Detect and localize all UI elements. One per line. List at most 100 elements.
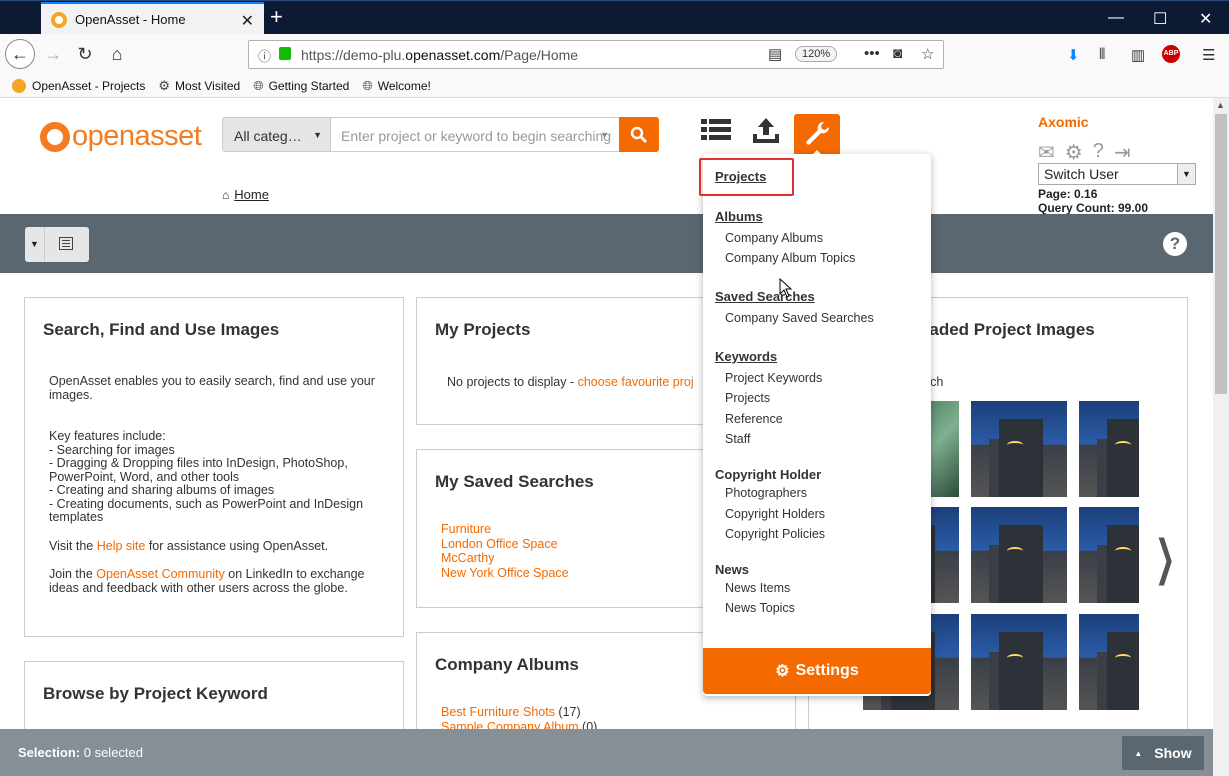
menu-keyword-projects[interactable]: Projects [725, 391, 770, 405]
page-scrollbar[interactable]: ▲ [1213, 98, 1229, 776]
openasset-logo[interactable]: openasset [40, 120, 202, 153]
toolbar-strip [0, 214, 1213, 273]
url-text: https://demo-plu.openasset.com/Page/Home [301, 47, 579, 63]
chevron-down-icon[interactable]: ▼ [25, 227, 45, 262]
menu-saved-searches[interactable]: Saved Searches [715, 289, 815, 304]
page-actions-icon[interactable]: ••• [864, 45, 880, 62]
tools-dropdown-menu: Projects Albums Company Albums Company A… [699, 154, 931, 696]
site-info-icon[interactable]: ⓘ [258, 46, 271, 65]
help-icon[interactable]: ? [1163, 232, 1187, 256]
features-heading: Key features include: [49, 429, 166, 443]
logo-ring-icon [40, 121, 70, 152]
bookmark-star-icon[interactable]: ☆ [921, 45, 934, 63]
settings-button[interactable]: ⚙ Settings [703, 648, 931, 694]
list-view-icon[interactable] [701, 118, 731, 145]
scrollbar-thumb[interactable] [1215, 114, 1227, 394]
gear-icon[interactable]: ⚙ [1065, 140, 1083, 165]
search-input[interactable]: Enter project or keyword to begin search… [330, 117, 620, 152]
menu-albums[interactable]: Albums [715, 209, 763, 224]
image-thumbnail[interactable] [1079, 401, 1139, 497]
menu-news-items[interactable]: News Items [725, 581, 790, 595]
saved-search-link[interactable]: New York Office Space [441, 566, 569, 580]
menu-company-saved-searches[interactable]: Company Saved Searches [725, 311, 874, 325]
tools-button[interactable] [794, 114, 840, 158]
openasset-favicon-icon [51, 11, 67, 28]
sidebar-icon[interactable]: ▥ [1131, 46, 1145, 64]
upload-icon[interactable] [751, 116, 781, 149]
adblock-icon[interactable]: ABP [1162, 45, 1180, 63]
forward-icon[interactable]: → [39, 40, 67, 68]
maximize-icon[interactable]: ☐ [1153, 9, 1167, 29]
feature-item: - Searching for images [49, 442, 175, 457]
menu-copyright-policies[interactable]: Copyright Policies [725, 527, 825, 541]
menu-reference[interactable]: Reference [725, 412, 783, 426]
show-selection-button[interactable]: ▲ Show [1122, 736, 1204, 770]
menu-keywords[interactable]: Keywords [715, 349, 777, 364]
image-thumbnail[interactable] [971, 507, 1067, 603]
saved-search-link[interactable]: Furniture [441, 522, 491, 536]
next-chevron-icon[interactable]: ❯ [1155, 530, 1175, 586]
menu-news-topics[interactable]: News Topics [725, 601, 795, 615]
switch-user-select[interactable]: Switch User ▼ [1038, 163, 1196, 185]
category-select[interactable]: All categ… ▼ [222, 117, 331, 152]
window-close-icon[interactable]: ✕ [1199, 9, 1212, 29]
album-link[interactable]: Best Furniture Shots [441, 705, 555, 719]
mail-icon[interactable]: ✉ [1038, 140, 1055, 165]
user-name[interactable]: Axomic [1038, 114, 1131, 130]
help-site-link[interactable]: Help site [97, 539, 146, 553]
menu-project-keywords[interactable]: Project Keywords [725, 371, 822, 385]
logout-icon[interactable]: ⇥ [1114, 140, 1131, 165]
reader-view-icon[interactable]: ▤ [768, 45, 782, 63]
image-thumbnail[interactable] [971, 614, 1067, 710]
reload-icon[interactable]: ↻ [71, 40, 99, 68]
search-icon [630, 126, 648, 144]
intro-text: OpenAsset enables you to easily search, … [49, 374, 375, 402]
view-mode-button[interactable]: ▼ [25, 227, 89, 262]
list-icon [59, 237, 73, 250]
bookmarks-bar: OpenAsset - Projects ⚙ Most Visited 🌐︎ Get… [0, 74, 1229, 98]
bookmark-welcome[interactable]: 🌐︎ Welcome! [362, 78, 431, 94]
breadcrumb-home-link[interactable]: Home [234, 187, 269, 202]
download-icon[interactable]: ⬇ [1067, 46, 1080, 64]
menu-photographers[interactable]: Photographers [725, 486, 807, 500]
chevron-up-icon: ▲ [1134, 748, 1143, 758]
menu-company-albums[interactable]: Company Albums [725, 231, 823, 245]
openasset-favicon-icon [12, 78, 26, 93]
panel-title: Company Albums [435, 655, 579, 674]
home-icon[interactable]: ⌂ [103, 40, 131, 68]
menu-icon[interactable]: ☰ [1202, 46, 1215, 64]
menu-staff[interactable]: Staff [725, 432, 750, 446]
panel-title: Browse by Project Keyword [43, 684, 268, 703]
menu-company-album-topics[interactable]: Company Album Topics [725, 251, 855, 265]
browser-tab[interactable]: OpenAsset - Home ✕ [41, 2, 264, 35]
tab-title: OpenAsset - Home [75, 12, 186, 27]
library-icon[interactable]: ⫴ [1099, 46, 1105, 63]
chevron-down-icon: ▼ [313, 130, 322, 140]
feature-item: - Dragging & Dropping files into InDesig… [49, 456, 348, 484]
zoom-level[interactable]: 120% [795, 46, 838, 62]
saved-search-link[interactable]: McCarthy [441, 551, 494, 565]
close-tab-icon[interactable]: ✕ [241, 11, 254, 31]
saved-search-link[interactable]: London Office Space [441, 537, 558, 551]
scroll-up-icon[interactable]: ▲ [1216, 100, 1225, 110]
help-icon[interactable]: ? [1093, 140, 1104, 165]
image-thumbnail[interactable] [1079, 507, 1139, 603]
minimize-icon[interactable]: — [1108, 9, 1124, 27]
search-find-panel: Search, Find and Use Images OpenAsset en… [24, 297, 404, 637]
community-link[interactable]: OpenAsset Community [96, 567, 225, 581]
image-thumbnail[interactable] [1079, 614, 1139, 710]
image-thumbnail[interactable] [971, 401, 1067, 497]
back-icon[interactable]: ← [5, 39, 35, 69]
bookmark-openasset-projects[interactable]: OpenAsset - Projects [12, 78, 145, 93]
pocket-icon[interactable]: ◙ [893, 45, 902, 62]
album-count: (17) [554, 705, 581, 719]
url-bar[interactable]: ⓘ https://demo-plu.openasset.com/Page/Ho… [248, 40, 944, 69]
feature-item: - Creating and sharing albums of images [49, 483, 275, 497]
bookmark-getting-started[interactable]: 🌐︎ Getting Started [253, 78, 349, 94]
search-button[interactable] [619, 117, 659, 152]
menu-projects[interactable]: Projects [715, 169, 766, 184]
bookmark-most-visited[interactable]: ⚙ Most Visited [158, 78, 240, 94]
new-tab-icon[interactable]: + [270, 6, 283, 28]
choose-favourite-link[interactable]: choose favourite proj [578, 375, 694, 389]
menu-copyright-holders[interactable]: Copyright Holders [725, 507, 825, 521]
